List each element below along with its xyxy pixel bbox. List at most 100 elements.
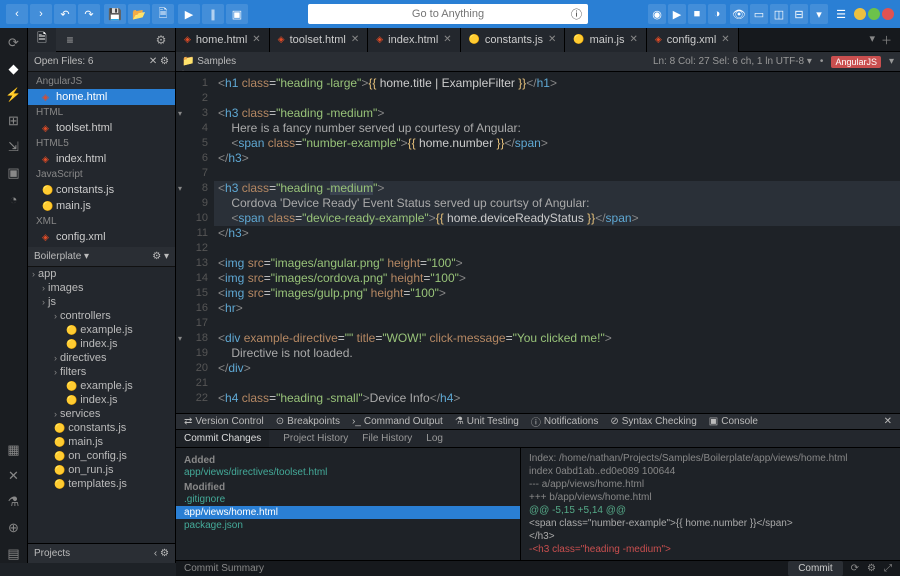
tree-item[interactable]: ›directives [28,351,175,365]
tree-item[interactable]: ›app [28,267,175,281]
tree-item[interactable]: 🟡constants.js [28,421,175,435]
panel-tab[interactable]: ⊘Syntax Checking [610,416,696,427]
gear-tab[interactable]: ⚙ [147,28,175,52]
code-line[interactable] [214,166,900,181]
code-line[interactable]: <img src="images/gulp.png" height="100"> [214,286,900,301]
tree-item[interactable]: ›services [28,407,175,421]
tree-item[interactable]: ›filters [28,365,175,379]
changed-file[interactable]: .gitignore [184,493,512,506]
projects-footer[interactable]: Projects‹ ⚙ [28,543,175,563]
editor-tab[interactable]: ◈toolset.html✕ [270,28,369,52]
code-line[interactable]: <span class="device-ready-example">{{ ho… [214,211,900,226]
commit-button[interactable]: Commit [788,561,842,576]
expand-commit-icon[interactable]: ⤢ [884,563,892,574]
forward-button[interactable]: › [30,4,52,24]
play-button[interactable]: ▶ [178,4,200,24]
language-badge[interactable]: AngularJS [831,56,881,68]
terminal-icon[interactable]: ▣ [5,164,23,182]
split-v-icon[interactable]: ◫ [770,4,788,24]
panel-subtab[interactable]: File History [362,433,412,444]
back-button[interactable]: ‹ [6,4,28,24]
panel-tab[interactable]: ›_Command Output [352,416,443,427]
breadcrumb-item[interactable]: 📁 Samples [182,56,244,67]
stop-macro-icon[interactable]: ■ [688,4,706,24]
panel-tab[interactable]: ▣Console [709,416,758,427]
code-line[interactable]: <img src="images/angular.png" height="10… [214,256,900,271]
dropdown-icon[interactable]: ▾ [810,4,828,24]
pause-button[interactable]: ∥ [202,4,224,24]
tree-item[interactable]: 🟡on_config.js [28,449,175,463]
code-line[interactable] [214,91,900,106]
db-tab[interactable]: ≡ [56,28,84,52]
code-line[interactable]: <div example-directive="" title="WOW!" c… [214,331,900,346]
code-line[interactable]: <img src="images/cordova.png" height="10… [214,271,900,286]
tree-item[interactable]: 🟡templates.js [28,477,175,491]
search-input[interactable] [316,8,580,20]
single-pane-icon[interactable]: ▭ [750,4,768,24]
save-all-button[interactable]: 🗎 [152,4,174,24]
code-line[interactable]: Directive is not loaded. [214,346,900,361]
panel-subtab[interactable]: Commit Changes [176,430,269,447]
preview-icon[interactable]: 👁 [730,4,748,24]
refresh-commit-icon[interactable]: ⟳ [851,563,859,574]
tab-close-icon[interactable]: ✕ [351,34,359,45]
panel-close-icon[interactable]: ✕ [884,416,892,427]
split-h-icon[interactable]: ⊟ [790,4,808,24]
maximize-dot[interactable] [868,8,880,20]
save-button[interactable]: 💾 [104,4,126,24]
lightning-icon[interactable]: ⚡ [5,86,23,104]
new-tab-icon[interactable]: ＋ [881,32,892,48]
tab-close-icon[interactable]: ✕ [443,34,451,45]
list-tabs-icon[interactable]: ▾ [869,32,875,48]
code-line[interactable]: </h3> [214,226,900,241]
share-icon[interactable]: ⇲ [5,138,23,156]
editor-tab[interactable]: ◈index.html✕ [368,28,460,52]
redo-button[interactable]: ↷ [78,4,100,24]
files-tab[interactable]: 🗎 [28,28,56,52]
play-macro-icon[interactable]: ▶ [668,4,686,24]
code-line[interactable] [214,241,900,256]
tools-icon[interactable]: ✕ [5,467,23,485]
tree-item[interactable]: ›controllers [28,309,175,323]
box-icon[interactable]: ▤ [5,545,23,563]
tree-item[interactable]: ›js [28,295,175,309]
search-box[interactable]: ⓘ [308,4,588,24]
changed-file[interactable]: package.json [184,519,512,532]
close-dot[interactable] [882,8,894,20]
open-file-item[interactable]: 🟡main.js [28,198,175,214]
tree-item[interactable]: 🟡on_run.js [28,463,175,477]
panel-tab[interactable]: ⊙Breakpoints [276,416,340,427]
tab-close-icon[interactable]: ✕ [629,34,637,45]
code-line[interactable]: <h3 class="heading -medium"> [214,181,900,196]
tree-item[interactable]: 🟡example.js [28,323,175,337]
code-line[interactable]: </div> [214,361,900,376]
panel-subtab[interactable]: Project History [283,433,348,444]
open-file-item[interactable]: ◈index.html [28,151,175,167]
open-file-item[interactable]: ◈config.xml [28,229,175,245]
tab-close-icon[interactable]: ✕ [252,34,260,45]
code-line[interactable]: <hr> [214,301,900,316]
code-editor[interactable]: 12▾34567▾891011121314151617▾1819202122 <… [176,72,900,413]
tree-item[interactable]: 🟡index.js [28,393,175,407]
close-panel-icon[interactable]: ✕ ⚙ [149,56,169,67]
undo-button[interactable]: ↶ [54,4,76,24]
changed-file[interactable]: app/views/home.html [176,506,520,519]
grid-icon[interactable]: ▦ [5,441,23,459]
editor-tab[interactable]: ◈home.html✕ [176,28,270,52]
tree-item[interactable]: 🟡example.js [28,379,175,393]
flask-icon[interactable]: ⚗ [5,493,23,511]
code-line[interactable]: <span class="number-example">{{ home.num… [214,136,900,151]
panel-tab[interactable]: ⓘNotifications [531,414,598,429]
explorer-icon[interactable]: ◆ [5,60,23,78]
tree-item[interactable]: 🟡main.js [28,435,175,449]
open-file-item[interactable]: ◈home.html [28,89,175,105]
code-line[interactable]: Cordova 'Device Ready' Event Status serv… [214,196,900,211]
editor-tab[interactable]: 🟡main.js✕ [565,28,646,52]
open-file-item[interactable]: 🟡constants.js [28,182,175,198]
minimize-dot[interactable] [854,8,866,20]
refresh-icon[interactable]: ⟳ [5,34,23,52]
chat-icon[interactable]: ◔ [5,190,23,208]
code-line[interactable]: </h3> [214,151,900,166]
db-icon[interactable]: ⊞ [5,112,23,130]
code-line[interactable] [214,376,900,391]
